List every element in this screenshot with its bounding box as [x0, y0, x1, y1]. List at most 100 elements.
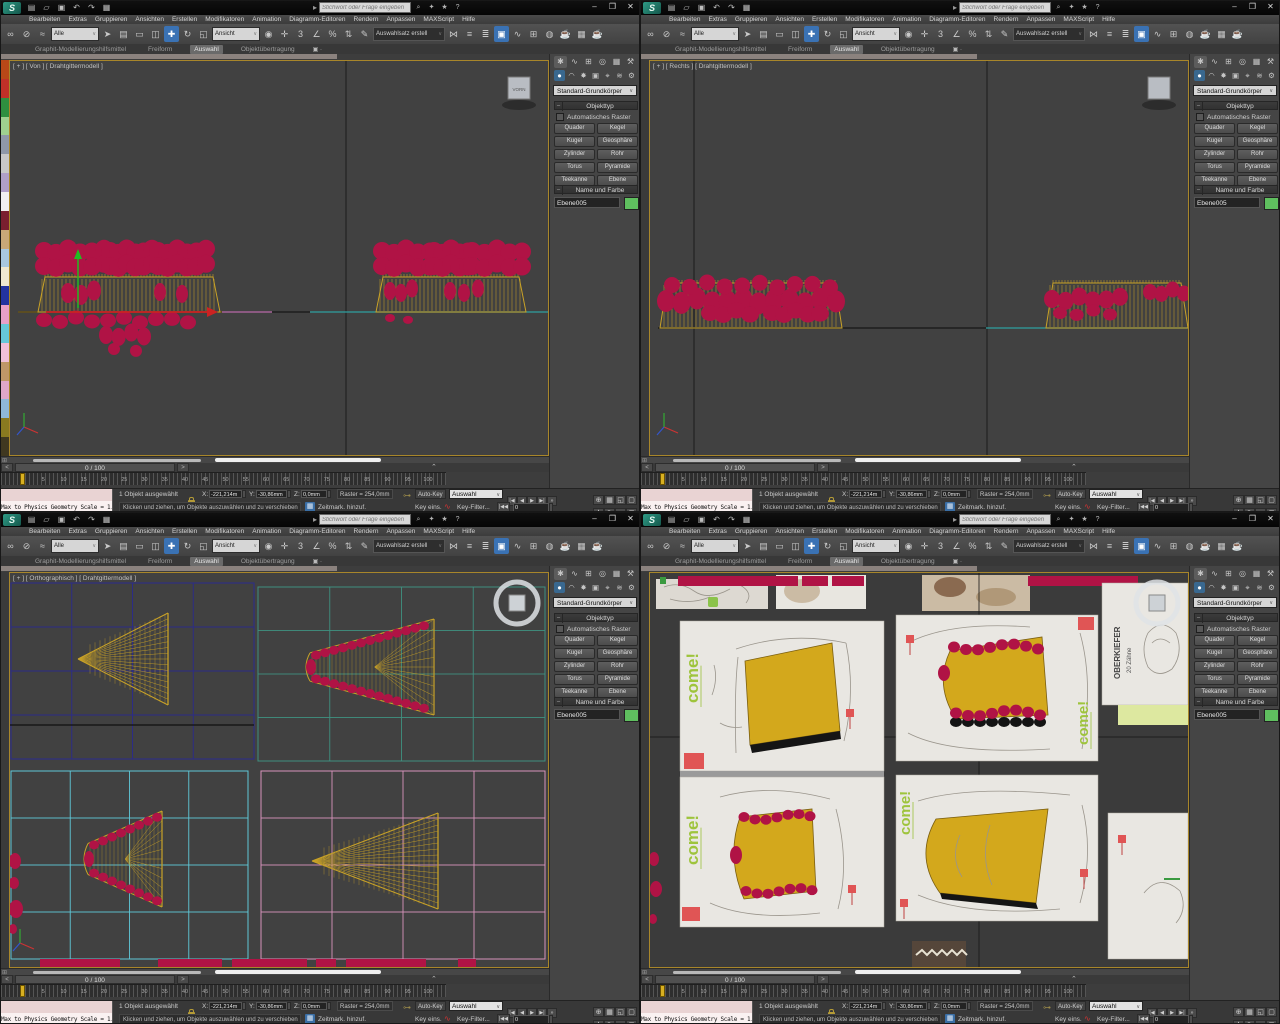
object-type-button-geosphäre[interactable]: Geosphäre [597, 648, 638, 659]
ribbon-tab-auswahl[interactable]: Auswahl [830, 45, 863, 54]
lights-category-icon[interactable]: ✸ [1218, 582, 1229, 593]
display-tab-icon[interactable]: ▦ [610, 56, 623, 68]
render-setup-icon[interactable]: ☕ [558, 538, 573, 554]
autogrid-checkbox[interactable] [556, 625, 564, 633]
ribbon-tab-freiform[interactable]: Freiform [144, 557, 176, 566]
select-and-rotate-icon[interactable]: ↻ [180, 538, 195, 554]
ribbon-tab-objektübertragung[interactable]: Objektübertragung [237, 557, 299, 566]
menu-bearbeiten[interactable]: Bearbeiten [25, 15, 64, 24]
menu-rendern[interactable]: Rendern [350, 527, 383, 536]
select-object-icon[interactable]: ➤ [100, 538, 115, 554]
time-tag-icon[interactable]: ▦ [945, 502, 955, 512]
menu-ansichten[interactable]: Ansichten [131, 527, 168, 536]
rectangular-selection-region-icon[interactable]: ▭ [772, 538, 787, 554]
menu-extras[interactable]: Extras [64, 527, 90, 536]
systems-category-icon[interactable]: ⚙ [1266, 582, 1277, 593]
time-range-label[interactable]: 0 / 100 [15, 463, 175, 472]
range-left-button[interactable]: < [1, 975, 13, 984]
current-frame-field[interactable]: 0 [1153, 1015, 1189, 1024]
select-object-icon[interactable]: ➤ [100, 26, 115, 42]
track-scroll-row[interactable]: ⊞ [1, 968, 549, 975]
ribbon-tab-freiform[interactable]: Freiform [784, 45, 816, 54]
menu-erstellen[interactable]: Erstellen [808, 15, 841, 24]
schematic-view-icon[interactable]: ⊞ [526, 538, 541, 554]
spinner-snap-icon[interactable]: ⇅ [341, 538, 356, 554]
timeline-ruler[interactable]: 5101520253035404550556065707580859095100 [1, 472, 446, 485]
menu-bearbeiten[interactable]: Bearbeiten [665, 15, 704, 24]
bind-to-spacewarp-icon[interactable]: ≈ [35, 538, 50, 554]
object-type-button-quader[interactable]: Quader [554, 635, 595, 646]
menu-gruppieren[interactable]: Gruppieren [731, 15, 772, 24]
time-slider[interactable] [660, 985, 665, 997]
menu-anpassen[interactable]: Anpassen [1022, 15, 1059, 24]
key-filter-label[interactable]: Key-Filter... [457, 504, 490, 511]
favorites-icon[interactable]: ★ [439, 514, 450, 525]
menu-anpassen[interactable]: Anpassen [382, 527, 419, 536]
y-spinner[interactable] [287, 490, 291, 498]
range-right-button[interactable]: > [177, 975, 189, 984]
lights-category-icon[interactable]: ✸ [1218, 70, 1229, 81]
maximize-button[interactable]: ❐ [604, 513, 621, 525]
cameras-category-icon[interactable]: ▣ [1230, 582, 1241, 593]
maxscript-mini-listener-line[interactable]: Max to Physics Geometry Scale = 1.0 [641, 501, 753, 512]
select-and-rotate-icon[interactable]: ↻ [820, 26, 835, 42]
maxscript-mini-listener-pink[interactable] [641, 489, 753, 501]
menu-animation[interactable]: Animation [248, 15, 285, 24]
track-scroll-row[interactable]: ⊞ [1, 456, 549, 463]
bind-to-spacewarp-icon[interactable]: ≈ [675, 26, 690, 42]
lights-category-icon[interactable]: ✸ [578, 70, 589, 81]
subcategory-dropdown[interactable]: ∨Standard-Grundkörper [553, 85, 637, 96]
auto-key-button[interactable]: Auto-Key [415, 489, 446, 499]
time-tag-label[interactable]: Zeitmark. hinzuf. [958, 1016, 1006, 1023]
project-folder-icon[interactable]: ▦ [100, 514, 113, 526]
search-arrow-icon[interactable]: ▸ [313, 3, 317, 12]
angle-snap-icon[interactable]: ∠ [309, 538, 324, 554]
reference-coordinate-dropdown[interactable]: ∨Ansicht [212, 27, 260, 41]
menu-animation[interactable]: Animation [888, 15, 925, 24]
object-type-button-pyramide[interactable]: Pyramide [597, 674, 638, 685]
maxscript-mini-listener-pink[interactable] [641, 1001, 753, 1013]
scroll-handle[interactable] [33, 459, 201, 462]
open-file-icon[interactable]: ▱ [40, 2, 53, 14]
menu-rendern[interactable]: Rendern [350, 15, 383, 24]
menu-diagramm-editoren[interactable]: Diagramm-Editoren [285, 527, 349, 536]
lights-category-icon[interactable]: ✸ [578, 582, 589, 593]
frame-spinner[interactable] [549, 1015, 553, 1024]
3ds-max-logo-icon[interactable]: S [643, 514, 661, 526]
mirror-icon[interactable]: ⋈ [446, 26, 461, 42]
schematic-view-icon[interactable]: ⊞ [526, 26, 541, 42]
undo-icon[interactable]: ↶ [70, 514, 83, 526]
utilities-tab-icon[interactable]: ⚒ [624, 56, 637, 68]
maximize-button[interactable]: ❐ [604, 1, 621, 13]
object-type-button-kegel[interactable]: Kegel [597, 635, 638, 646]
object-type-button-torus[interactable]: Torus [1194, 674, 1235, 685]
menu-erstellen[interactable]: Erstellen [168, 15, 201, 24]
object-type-button-rohr[interactable]: Rohr [1237, 149, 1278, 160]
object-name-field[interactable]: Ebene005 [1194, 709, 1260, 720]
geometry-category-icon[interactable]: ● [554, 582, 565, 593]
select-by-name-icon[interactable]: ▤ [756, 26, 771, 42]
selection-filter-dropdown[interactable]: ∨Alle [51, 27, 99, 41]
helpers-category-icon[interactable]: ⌖ [1242, 582, 1253, 593]
modify-tab-icon[interactable]: ∿ [1208, 568, 1221, 580]
motion-tab-icon[interactable]: ◎ [596, 56, 609, 68]
viewport-label[interactable]: [ + ] [ Orthographisch ] [ Drahtgittermo… [13, 575, 136, 582]
communication-center-icon[interactable]: ✦ [426, 514, 437, 525]
close-button[interactable]: ✕ [1262, 1, 1279, 13]
maximize-button[interactable]: ❐ [1244, 513, 1261, 525]
reference-coordinate-dropdown[interactable]: ∨Ansicht [212, 539, 260, 553]
save-file-icon[interactable]: ▣ [695, 514, 708, 526]
menu-hilfe[interactable]: Hilfe [458, 527, 479, 536]
expand-trackbar-icon[interactable]: ⌃ [431, 463, 437, 471]
helpers-category-icon[interactable]: ⌖ [1242, 70, 1253, 81]
cameras-category-icon[interactable]: ▣ [1230, 70, 1241, 81]
menu-erstellen[interactable]: Erstellen [808, 527, 841, 536]
select-and-scale-icon[interactable]: ◱ [196, 538, 211, 554]
object-type-button-geosphäre[interactable]: Geosphäre [1237, 648, 1278, 659]
use-pivot-point-center-icon[interactable]: ◉ [261, 26, 276, 42]
autogrid-checkbox[interactable] [556, 113, 564, 121]
modify-tab-icon[interactable]: ∿ [1208, 56, 1221, 68]
curve-editor-icon[interactable]: ∿ [1150, 538, 1165, 554]
object-color-swatch[interactable] [1264, 197, 1279, 210]
communication-center-icon[interactable]: ✦ [426, 2, 437, 13]
